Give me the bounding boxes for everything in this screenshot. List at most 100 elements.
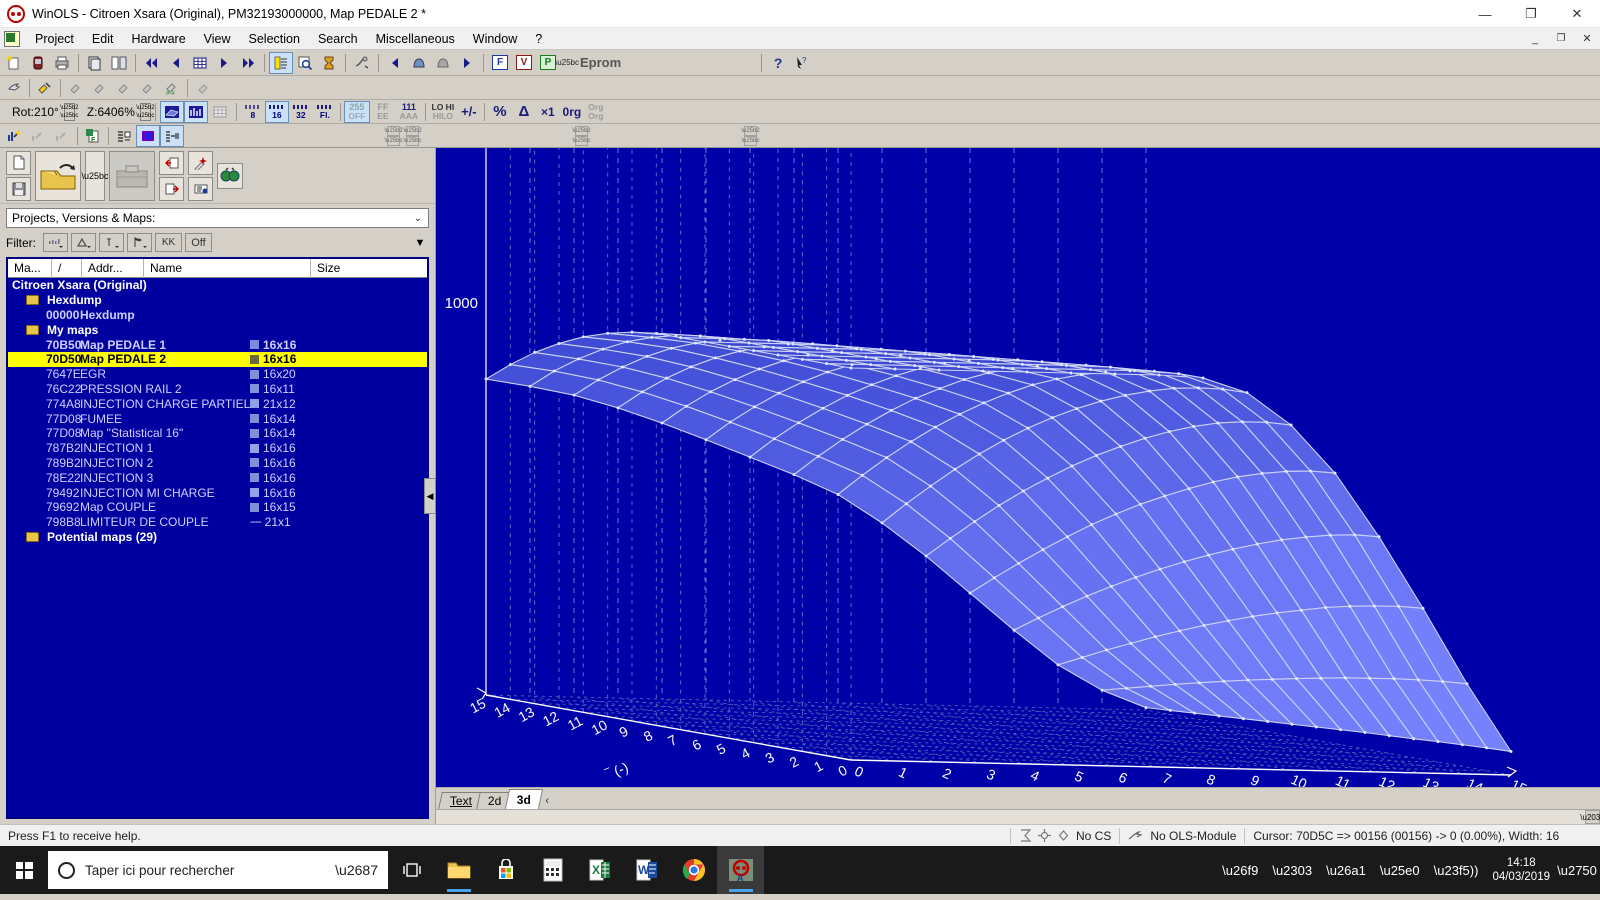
delta-icon[interactable]: Δ — [512, 101, 536, 123]
file-explorer-icon[interactable] — [435, 846, 482, 894]
column-addr[interactable]: Addr... — [82, 259, 144, 278]
taskbar-search-input[interactable]: Taper ici pour rechercher \u2687 — [48, 851, 388, 889]
map-list-icon[interactable] — [269, 51, 293, 74]
value-255-icon[interactable]: 255 OFF — [343, 100, 370, 123]
new-project-icon[interactable] — [2, 52, 26, 74]
stepper-c[interactable]: \u25b2 \u25bc — [572, 125, 591, 146]
original-version-icon[interactable] — [407, 52, 431, 74]
filter-delta-icon[interactable] — [71, 233, 96, 252]
help-icon[interactable]: ? — [766, 52, 790, 74]
project-toolbox-icon[interactable] — [109, 150, 155, 201]
value-ff-icon[interactable]: FF EE — [370, 101, 396, 123]
sort-options-icon[interactable] — [112, 125, 136, 147]
filter-flag-icon[interactable] — [127, 233, 152, 252]
print-icon[interactable] — [50, 52, 74, 74]
scroll-right-arrow[interactable]: \u203a — [1580, 810, 1600, 824]
map-row[interactable]: 77D08 Map "Statistical 16" 16x14 — [8, 426, 427, 441]
filter-off-button[interactable]: Off — [185, 233, 212, 252]
last-map-icon[interactable] — [236, 52, 260, 74]
column-slash[interactable]: / — [52, 259, 82, 278]
filter-kk-icon[interactable]: KK — [155, 233, 182, 252]
map-row[interactable]: 79492 INJECTION MI CHARGE 16x16 — [8, 485, 427, 500]
next-version-icon[interactable] — [455, 52, 479, 74]
tree-folder-row[interactable]: Hexdump — [8, 293, 427, 308]
report-icon[interactable] — [188, 176, 213, 201]
menu-project[interactable]: Project — [26, 30, 83, 48]
map-row[interactable]: 70B50 Map PEDALE 1 16x16 — [8, 337, 427, 352]
column-name[interactable]: Name — [144, 259, 311, 278]
map-row[interactable]: 77D08 FUMEE 16x14 — [8, 411, 427, 426]
menu-miscellaneous[interactable]: Miscellaneous — [367, 30, 464, 48]
task-view-icon[interactable] — [388, 846, 435, 894]
filter-dropdown-icon[interactable]: ▼ — [411, 234, 429, 252]
view-bars-icon[interactable] — [183, 100, 208, 123]
bits-32-icon[interactable]: 32 — [289, 101, 313, 123]
view-table-icon[interactable] — [208, 101, 232, 123]
mode-v-icon[interactable]: V — [512, 52, 536, 74]
menu-edit[interactable]: Edit — [83, 30, 123, 48]
inner-restore-button[interactable]: ❐ — [1548, 29, 1574, 49]
multi-select-icon[interactable] — [33, 77, 57, 99]
org-icon[interactable]: 0rg — [560, 101, 584, 123]
column-ma[interactable]: Ma... — [8, 259, 52, 278]
menu-selection[interactable]: Selection — [240, 30, 309, 48]
window-controls[interactable]: — ❐ ✕ — [1462, 0, 1600, 28]
minimize-button[interactable]: — — [1462, 0, 1508, 28]
copy-icon[interactable] — [83, 52, 107, 74]
menu-help[interactable]: ? — [526, 30, 551, 48]
prev-version-icon[interactable] — [383, 52, 407, 74]
percent-icon[interactable]: % — [488, 101, 512, 123]
panel-splitter[interactable]: ◀ — [424, 478, 436, 514]
marker-edit-icon[interactable] — [88, 77, 112, 99]
winols-taskbar-icon[interactable]: A — [717, 846, 764, 894]
hilo-icon[interactable]: LO HI HILO — [429, 101, 457, 123]
save-file-icon[interactable] — [6, 176, 31, 201]
zoom-stepper[interactable]: \u25b2 \u25bc — [136, 102, 155, 121]
calculator-icon[interactable] — [529, 846, 576, 894]
stepper-a[interactable]: \u25b2 \u25bc — [384, 125, 403, 146]
magic-map-icon[interactable] — [188, 150, 213, 175]
color-swatch-icon[interactable] — [136, 124, 160, 147]
inner-close-button[interactable]: ✕ — [1574, 29, 1600, 49]
insert-row-icon[interactable] — [160, 124, 184, 147]
orgorg-icon[interactable]: Org Org — [584, 101, 608, 123]
inner-minimize-button[interactable]: _ — [1522, 29, 1548, 49]
open-project-icon[interactable] — [35, 150, 81, 201]
chart-wand-icon[interactable] — [2, 125, 26, 147]
battery-icon[interactable]: \u26a1 — [1326, 863, 1366, 878]
map-row[interactable]: 78E22 INJECTION 3 16x16 — [8, 470, 427, 485]
filter-info-icon[interactable] — [99, 233, 124, 252]
map-row[interactable]: 7647E EGR 16x20 — [8, 367, 427, 382]
view-3d-icon[interactable] — [159, 100, 184, 123]
close-button[interactable]: ✕ — [1554, 0, 1600, 28]
times1-icon[interactable]: ×1 — [536, 101, 560, 123]
excel-icon[interactable]: X — [576, 846, 623, 894]
maximize-button[interactable]: ❐ — [1508, 0, 1554, 28]
chart-off2-icon[interactable] — [50, 125, 74, 147]
stepper-b[interactable]: \u25b2 \u25bc — [403, 125, 422, 146]
tree-folder-row[interactable]: Potential maps (29) — [8, 530, 427, 545]
volume-icon[interactable]: \u23f5)) — [1434, 863, 1479, 878]
menu-window[interactable]: Window — [464, 30, 526, 48]
menu-search[interactable]: Search — [309, 30, 367, 48]
marker-clear-icon[interactable] — [191, 77, 215, 99]
project-combo[interactable]: Projects, Versions & Maps: ⌄ — [6, 208, 429, 228]
tree-folder-row[interactable]: My maps — [8, 322, 427, 337]
map-row[interactable]: 79692 Map COUPLE 16x15 — [8, 500, 427, 515]
map-3d-plot[interactable]: 0 1 2 3 4 5 6 7 8 9 10 11 12 13 14 15 0 1 2 3 4 5 6 7 8 9 10 11 12 13… — [436, 148, 1600, 787]
chevron-down-icon[interactable]: ⌄ — [414, 213, 428, 224]
tab-scroll-left-icon[interactable]: ‹ — [545, 795, 549, 809]
chart-off1-icon[interactable] — [26, 125, 50, 147]
modified-version-icon[interactable] — [431, 52, 455, 74]
marker-del-icon[interactable] — [112, 77, 136, 99]
plusminus-icon[interactable]: +/- — [457, 101, 481, 123]
open-dropdown-icon[interactable]: \u25bc — [81, 150, 109, 201]
action-center-icon[interactable]: \u2750 — [1557, 846, 1597, 894]
next-map-icon[interactable] — [212, 52, 236, 74]
marker-num-icon[interactable]: #-# — [160, 77, 184, 99]
map-row[interactable]: 00000 Hexdump — [8, 308, 427, 323]
filter-data-icon[interactable] — [43, 233, 68, 252]
marker-add-icon[interactable] — [64, 77, 88, 99]
map-row[interactable]: 789B2 INJECTION 2 16x16 — [8, 456, 427, 471]
tree-root-row[interactable]: Citroen Xsara (Original) — [8, 278, 427, 293]
